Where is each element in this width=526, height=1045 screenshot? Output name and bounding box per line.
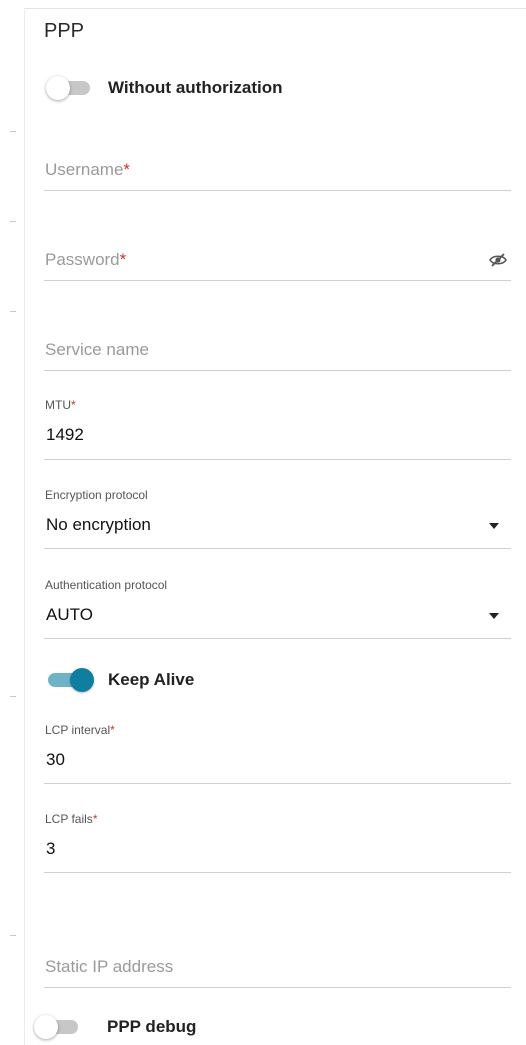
eye-slash-icon[interactable] [489, 252, 507, 273]
authentication-protocol-value: AUTO [46, 605, 93, 624]
keep-alive-toggle[interactable] [46, 668, 94, 692]
field-underline [44, 872, 511, 873]
edge-tick [10, 131, 16, 132]
without-authorization-label: Without authorization [108, 78, 283, 97]
username-placeholder: Username* [45, 160, 131, 179]
field-underline [44, 370, 511, 371]
field-underline [44, 280, 511, 281]
toggle-knob [70, 668, 94, 692]
field-underline [44, 783, 511, 784]
chevron-down-icon [489, 523, 499, 529]
field-underline [44, 548, 511, 549]
lcp-interval-value: 30 [46, 750, 65, 769]
keep-alive-label: Keep Alive [108, 670, 195, 689]
lcp-fails-value: 3 [46, 839, 56, 858]
field-underline [44, 638, 511, 639]
mtu-label: MTU* [45, 398, 76, 412]
edge-tick [10, 696, 16, 697]
encryption-protocol-label: Encryption protocol [45, 488, 148, 502]
lcp-interval-field[interactable]: LCP interval* 30 [44, 722, 511, 784]
service-name-placeholder: Service name [45, 340, 149, 359]
service-name-field[interactable]: Service name [44, 330, 511, 371]
password-placeholder: Password* [45, 250, 127, 269]
lcp-interval-label: LCP interval* [45, 723, 115, 737]
section-title: PPP [44, 20, 85, 42]
username-field[interactable]: Username* [44, 150, 511, 191]
static-ip-address-field[interactable]: Static IP address [44, 947, 511, 988]
field-underline [44, 190, 511, 191]
toggle-knob [34, 1015, 58, 1039]
password-field[interactable]: Password* [44, 240, 511, 281]
ppp-debug-toggle[interactable] [34, 1015, 82, 1039]
without-authorization-toggle[interactable] [46, 76, 94, 100]
mtu-field[interactable]: MTU* 1492 [44, 397, 511, 460]
lcp-fails-label: LCP fails* [45, 812, 98, 826]
chevron-down-icon [489, 613, 499, 619]
edge-tick [10, 935, 16, 936]
authentication-protocol-label: Authentication protocol [45, 578, 168, 592]
lcp-fails-field[interactable]: LCP fails* 3 [44, 811, 511, 873]
encryption-protocol-select[interactable]: Encryption protocol No encryption [44, 487, 511, 549]
edge-tick [10, 221, 16, 222]
field-underline [44, 987, 511, 988]
static-ip-address-placeholder: Static IP address [45, 957, 174, 976]
field-underline [44, 459, 511, 460]
encryption-protocol-value: No encryption [46, 515, 151, 534]
edge-tick [10, 311, 16, 312]
authentication-protocol-select[interactable]: Authentication protocol AUTO [44, 577, 511, 639]
toggle-knob [46, 76, 70, 100]
mtu-value: 1492 [46, 425, 84, 444]
ppp-debug-label: PPP debug [107, 1017, 197, 1036]
